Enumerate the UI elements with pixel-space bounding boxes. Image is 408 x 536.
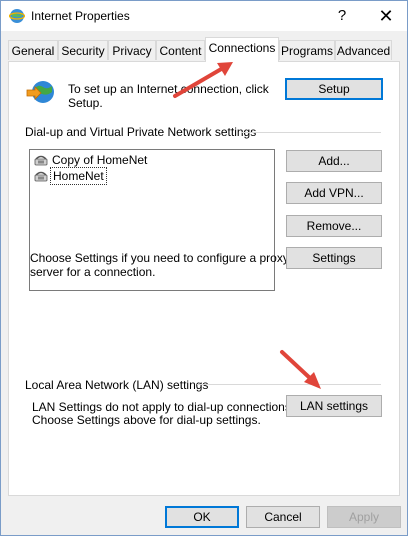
tab-connections[interactable]: Connections (205, 37, 279, 62)
add-button[interactable]: Add... (286, 150, 382, 172)
remove-button[interactable]: Remove... (286, 215, 382, 237)
window-title: Internet Properties (31, 9, 130, 23)
lan-description-line1: LAN Settings do not apply to dial-up con… (32, 400, 295, 414)
add-vpn-button[interactable]: Add VPN... (286, 182, 382, 204)
list-item-label: Copy of HomeNet (52, 153, 148, 167)
help-button[interactable]: ? (327, 3, 357, 29)
list-item[interactable]: Copy of HomeNet (34, 152, 149, 168)
lan-settings-button[interactable]: LAN settings (286, 395, 382, 417)
internet-properties-window: Internet Properties ? ✕ General Security… (0, 0, 408, 536)
setup-description-line1: To set up an Internet connection, click (68, 82, 269, 96)
tab-strip: General Security Privacy Content Connect… (8, 37, 400, 62)
apply-button[interactable]: Apply (327, 506, 401, 528)
proxy-description-line1: Choose Settings if you need to configure… (30, 251, 289, 265)
network-setup-icon (25, 76, 57, 108)
settings-button[interactable]: Settings (286, 247, 382, 269)
proxy-description-line2: server for a connection. (30, 265, 156, 279)
tab-advanced[interactable]: Advanced (335, 40, 392, 60)
title-bar: Internet Properties ? ✕ (1, 1, 407, 31)
close-button[interactable]: ✕ (367, 3, 405, 29)
list-item[interactable]: HomeNet (34, 167, 107, 185)
tab-general[interactable]: General (8, 40, 58, 60)
setup-button[interactable]: Setup (285, 78, 383, 100)
lan-group-divider (197, 384, 381, 385)
dialup-group-divider (241, 132, 381, 133)
phone-connection-icon (34, 171, 48, 182)
list-item-label: HomeNet (50, 167, 107, 185)
setup-description-line2: Setup. (68, 96, 103, 110)
tab-programs[interactable]: Programs (279, 40, 335, 60)
lan-group-label: Local Area Network (LAN) settings (25, 378, 209, 392)
tab-privacy[interactable]: Privacy (108, 40, 156, 60)
tab-content[interactable]: Content (156, 40, 205, 60)
dialup-group-label: Dial-up and Virtual Private Network sett… (25, 125, 257, 139)
tab-security[interactable]: Security (58, 40, 108, 60)
internet-globe-icon (8, 8, 26, 24)
ok-button[interactable]: OK (165, 506, 239, 528)
phone-connection-icon (34, 155, 48, 166)
cancel-button[interactable]: Cancel (246, 506, 320, 528)
lan-description-line2: Choose Settings above for dial-up settin… (32, 413, 261, 427)
